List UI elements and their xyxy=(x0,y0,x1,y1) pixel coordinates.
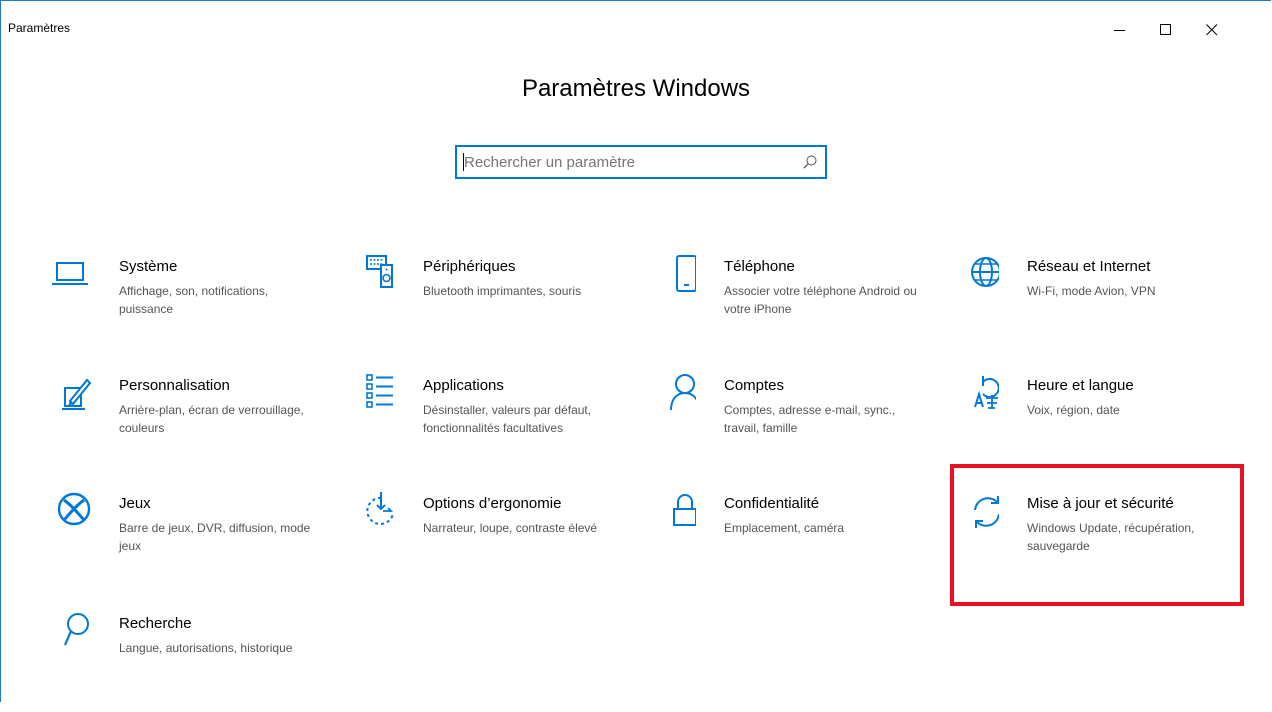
category-applications[interactable]: Applications Désinstaller, valeurs par d… xyxy=(355,374,635,474)
globe-icon xyxy=(971,257,999,287)
category-label: Confidentialité xyxy=(724,495,820,512)
category-confidentialite[interactable]: Confidentialité Emplacement, caméra xyxy=(656,492,936,592)
category-systeme[interactable]: Système Affichage, son, notifications, p… xyxy=(51,255,331,355)
category-label: Recherche xyxy=(119,615,192,632)
lock-icon xyxy=(673,494,696,526)
search-icon xyxy=(63,613,89,646)
category-label: Système xyxy=(119,258,178,275)
category-label: Mise à jour et sécurité xyxy=(1027,495,1174,512)
category-description: Voix, région, date xyxy=(1027,403,1120,417)
category-comptes[interactable]: Comptes Comptes, adresse e-mail, sync., … xyxy=(656,374,936,474)
ease-of-access-icon xyxy=(366,492,394,525)
category-label: Périphériques xyxy=(423,258,516,275)
page-title: Paramètres Windows xyxy=(521,75,751,102)
category-description: Comptes, adresse e-mail, sync., travail,… xyxy=(724,403,896,435)
category-description: Emplacement, caméra xyxy=(724,521,845,535)
close-button[interactable] xyxy=(1189,15,1235,45)
sync-icon xyxy=(974,496,999,528)
time-language-icon xyxy=(974,376,999,409)
category-ergonomie[interactable]: Options d’ergonomie Narrateur, loupe, co… xyxy=(355,492,635,592)
category-heure[interactable]: Heure et langue Voix, région, date xyxy=(959,374,1239,474)
category-label: Comptes xyxy=(724,377,785,394)
keyboard-speaker-icon xyxy=(366,255,393,288)
person-icon xyxy=(670,374,696,411)
search-input[interactable] xyxy=(464,151,794,173)
close-icon xyxy=(1206,24,1218,36)
category-description: Barre de jeux, DVR, diffusion, mode jeux xyxy=(119,521,311,553)
minimize-icon xyxy=(1114,30,1125,31)
category-jeux[interactable]: Jeux Barre de jeux, DVR, diffusion, mode… xyxy=(51,492,331,592)
search-box[interactable] xyxy=(455,145,827,179)
category-description: Associer votre téléphone Android ou votr… xyxy=(724,284,917,316)
category-description: Narrateur, loupe, contraste élevé xyxy=(423,521,598,535)
window-title: Paramètres xyxy=(8,21,71,35)
category-peripheriques[interactable]: Périphériques Bluetooth imprimantes, sou… xyxy=(355,255,635,355)
xbox-icon xyxy=(57,492,91,526)
category-description: Désinstaller, valeurs par défaut, foncti… xyxy=(423,403,592,435)
title-bar[interactable]: Paramètres xyxy=(1,1,1271,36)
category-description: Arrière-plan, écran de verrouillage, cou… xyxy=(119,403,304,435)
category-description: Langue, autorisations, historique xyxy=(119,641,293,655)
settings-window: Paramètres Paramètres Windows Système Af… xyxy=(0,0,1271,702)
minimize-button[interactable] xyxy=(1097,15,1143,45)
category-label: Options d’ergonomie xyxy=(423,495,562,512)
category-label: Heure et langue xyxy=(1027,377,1134,394)
category-label: Personnalisation xyxy=(119,377,230,394)
app-list-icon xyxy=(366,374,393,408)
category-label: Réseau et Internet xyxy=(1027,258,1151,275)
category-label: Téléphone xyxy=(724,258,795,275)
category-label: Jeux xyxy=(119,495,151,512)
category-personnalisation[interactable]: Personnalisation Arrière-plan, écran de … xyxy=(51,374,331,474)
category-description: Wi-Fi, mode Avion, VPN xyxy=(1027,284,1156,298)
category-reseau[interactable]: Réseau et Internet Wi-Fi, mode Avion, VP… xyxy=(959,255,1239,355)
category-recherche[interactable]: Recherche Langue, autorisations, histori… xyxy=(51,612,331,712)
category-description: Bluetooth imprimantes, souris xyxy=(423,284,582,298)
maximize-icon xyxy=(1160,24,1171,35)
category-label: Applications xyxy=(423,377,504,394)
category-telephone[interactable]: Téléphone Associer votre téléphone Andro… xyxy=(656,255,936,355)
search-icon[interactable] xyxy=(803,155,817,169)
maximize-button[interactable] xyxy=(1143,15,1189,45)
laptop-icon xyxy=(52,262,88,285)
paint-pen-icon xyxy=(62,378,91,410)
category-miseajour[interactable]: Mise à jour et sécurité Windows Update, … xyxy=(959,492,1239,592)
category-description: Affichage, son, notifications, puissance xyxy=(119,284,269,316)
phone-icon xyxy=(676,255,696,292)
category-description: Windows Update, récupération, sauvegarde xyxy=(1027,521,1195,553)
